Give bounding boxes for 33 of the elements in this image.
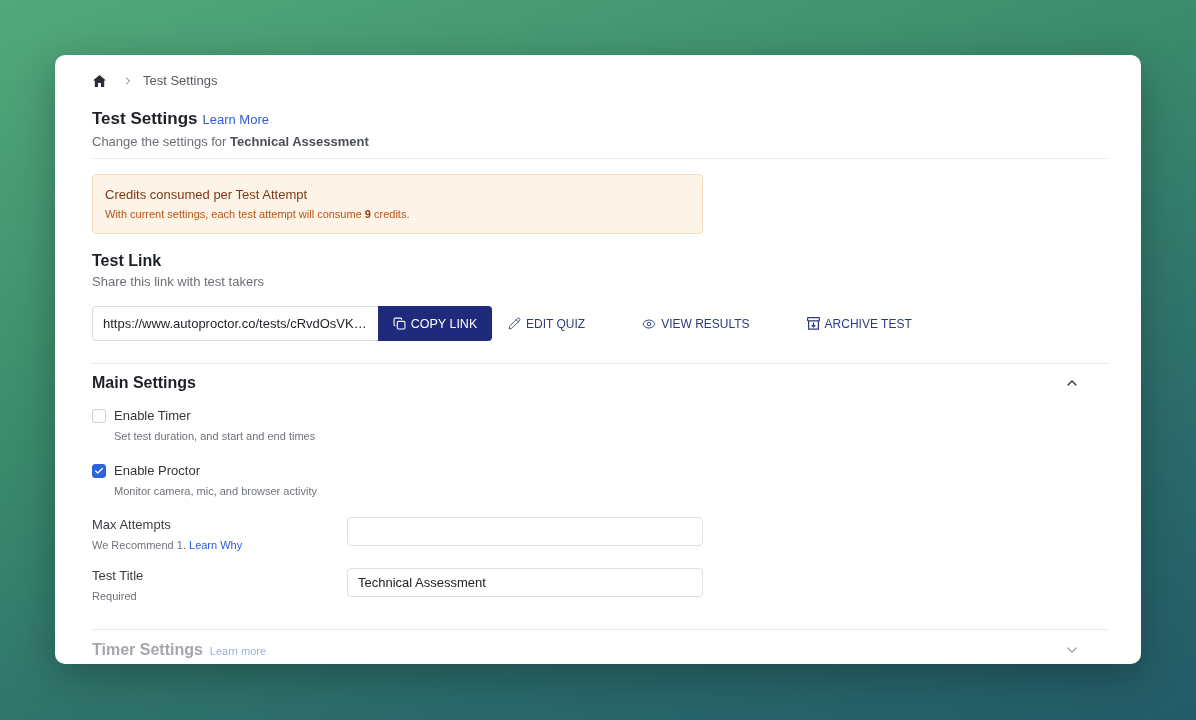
field-hint: Required <box>92 589 137 604</box>
archive-box-icon <box>806 317 820 330</box>
check-icon <box>94 466 104 476</box>
option-description: Set test duration, and start and end times <box>114 429 316 444</box>
learn-more-link[interactable]: Learn More <box>202 109 269 131</box>
archive-test-button[interactable]: ARCHIVE TEST <box>790 306 928 341</box>
edit-quiz-button[interactable]: EDIT QUIZ <box>492 306 602 341</box>
field-hint: We Recommend 1. Learn Why <box>92 538 243 553</box>
section-subtitle: Share this link with test takers <box>92 273 264 291</box>
pencil-icon <box>508 317 521 330</box>
learn-why-link[interactable]: Learn Why <box>189 539 243 551</box>
checkbox[interactable] <box>92 464 106 478</box>
page-subtitle: Change the settings for Technical Assessment <box>92 133 369 151</box>
option-label: Enable Timer <box>114 407 191 425</box>
option-description: Monitor camera, mic, and browser activity <box>114 484 317 499</box>
view-results-button[interactable]: VIEW RESULTS <box>626 306 766 341</box>
page-title: Test Settings <box>92 108 198 130</box>
field-label: Max Attempts <box>92 516 171 534</box>
input-field[interactable] <box>347 517 703 546</box>
notice-title: Credits consumed per Test Attempt <box>105 186 308 204</box>
input-field[interactable]: Technical Assessment <box>347 568 703 597</box>
eye-icon <box>642 316 657 331</box>
copy-icon <box>392 317 406 330</box>
notice-text: With current settings, each test attempt will consume 9 credits. <box>105 207 410 222</box>
section-title: Timer Settings <box>92 640 203 660</box>
copy-link-button[interactable]: COPY LINK <box>378 306 492 341</box>
breadcrumb-current: Test Settings <box>143 73 218 89</box>
section-title: Test Link <box>92 251 162 271</box>
link-field[interactable]: https://www.autoproctor.co/tests/cRvdOsVK… <box>92 306 378 341</box>
section-title: Main Settings <box>92 373 196 393</box>
home-icon[interactable] <box>93 75 106 87</box>
option-label: Enable Proctor <box>114 462 200 480</box>
field-label: Test Title <box>92 567 144 585</box>
